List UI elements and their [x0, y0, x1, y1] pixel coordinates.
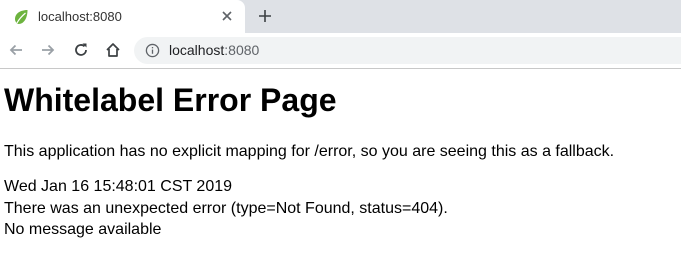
url-host: localhost — [169, 42, 225, 58]
home-icon[interactable] — [103, 40, 123, 60]
error-message: This application has no explicit mapping… — [4, 143, 615, 160]
tab-close-icon[interactable] — [218, 7, 236, 25]
new-tab-button[interactable] — [255, 6, 275, 26]
url-text[interactable]: localhost:8080 — [169, 42, 259, 58]
address-bar[interactable]: localhost:8080 — [134, 37, 681, 64]
tab-title: localhost:8080 — [38, 9, 122, 24]
spring-leaf-icon — [15, 10, 28, 24]
back-icon[interactable] — [6, 40, 26, 60]
info-icon[interactable] — [145, 43, 160, 58]
forward-icon[interactable] — [38, 40, 58, 60]
url-port: :8080 — [224, 42, 260, 58]
error-timestamp: Wed Jan 16 15:48:01 CST 2019 — [4, 178, 233, 195]
page-content: Whitelabel Error Page This application h… — [4, 80, 680, 241]
browser-toolbar: localhost:8080 — [0, 33, 681, 69]
error-detail: No message available — [4, 221, 162, 238]
tab-strip: localhost:8080 — [0, 0, 681, 33]
page-title: Whitelabel Error Page — [4, 82, 337, 118]
error-status-line: There was an unexpected error (type=Not … — [4, 199, 448, 217]
error-details: Wed Jan 16 15:48:01 CST 2019 There was a… — [4, 176, 680, 241]
browser-tab[interactable]: localhost:8080 — [0, 0, 245, 33]
reload-icon[interactable] — [71, 40, 91, 60]
